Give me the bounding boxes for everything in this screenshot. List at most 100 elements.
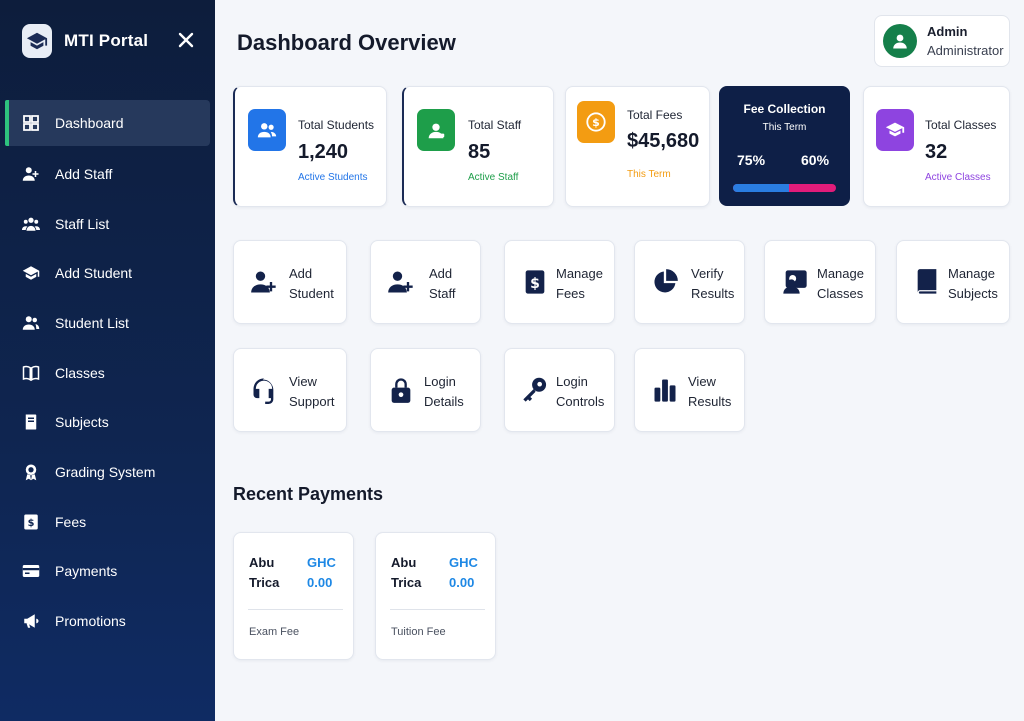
payment-currency: GHC	[449, 555, 478, 570]
stat-label: Total Classes	[925, 118, 997, 132]
sidebar-nav: Dashboard Add Staff Staff List Add Stude…	[0, 100, 215, 646]
action-label-line-1: Manage	[948, 266, 995, 281]
action-label-line-2: Controls	[556, 393, 605, 409]
action-view-support[interactable]: View Support	[233, 348, 347, 432]
action-label-line-1: Manage	[556, 266, 603, 281]
dollar-doc-icon: $	[520, 265, 550, 299]
sidebar-item-staff-list[interactable]: Staff List	[0, 199, 215, 249]
pie-chart-icon	[650, 265, 680, 299]
sidebar-item-label: Fees	[55, 513, 87, 530]
action-label-line-1: Manage	[817, 266, 864, 281]
stat-subtitle: This Term	[627, 169, 671, 180]
action-login-controls[interactable]: Login Controls	[504, 348, 615, 432]
book-icon	[22, 413, 40, 431]
stat-value: $45,680	[627, 130, 700, 152]
bar-chart-icon	[650, 373, 680, 407]
payment-payer-first: Abu	[391, 555, 417, 570]
action-label-line-2: Results	[691, 285, 735, 301]
fee-collection-value-1: 75%	[737, 152, 766, 168]
fee-collection-progress-fill	[733, 184, 789, 192]
stat-card-total-fees[interactable]: $ Total Fees $45,680 This Term	[565, 86, 710, 207]
action-view-results[interactable]: View Results	[634, 348, 745, 432]
payment-payer-last: Trica	[249, 575, 280, 590]
users-icon	[22, 215, 40, 233]
sidebar-item-label: Subjects	[55, 414, 109, 431]
book-open-icon	[22, 364, 40, 382]
sidebar-item-dashboard[interactable]: Dashboard	[5, 100, 210, 146]
sidebar-item-classes[interactable]: Classes	[0, 348, 215, 398]
payment-card[interactable]: Abu Trica GHC 0.00 Tuition Fee	[375, 532, 496, 660]
action-manage-classes[interactable]: Manage Classes	[764, 240, 876, 324]
sidebar-item-subjects[interactable]: Subjects	[0, 397, 215, 447]
sidebar-item-add-staff[interactable]: Add Staff	[0, 149, 215, 199]
sidebar-item-grading-system[interactable]: Grading System	[0, 447, 215, 497]
action-label-line-1: Verify	[691, 266, 724, 281]
user-profile-card[interactable]: Admin Administrator	[874, 15, 1010, 67]
action-label-line-1: Add	[429, 266, 453, 281]
recent-payments-title: Recent Payments	[233, 484, 384, 504]
close-icon	[178, 32, 194, 48]
sidebar-item-student-list[interactable]: Student List	[0, 298, 215, 348]
sidebar-item-label: Student List	[55, 314, 129, 331]
user-group-icon	[22, 314, 40, 332]
sidebar-item-promotions[interactable]: Promotions	[0, 596, 215, 646]
action-label-line-2: Staff	[429, 285, 456, 301]
graduation-cap-icon	[876, 109, 914, 151]
fee-collection-progress-bar	[733, 184, 836, 192]
action-login-details[interactable]: Login Details	[370, 348, 481, 432]
action-label-line-2: Classes	[817, 285, 864, 301]
sidebar-item-label: Add Student	[55, 265, 133, 282]
close-sidebar-button[interactable]	[176, 30, 196, 50]
stat-label: Total Fees	[627, 108, 683, 122]
stat-card-total-classes[interactable]: Total Classes 32 Active Classes	[863, 86, 1010, 207]
fee-collection-subtitle: This Term	[762, 122, 807, 133]
sidebar-item-label: Promotions	[55, 613, 126, 630]
sidebar-item-label: Classes	[55, 364, 105, 381]
book-icon	[912, 265, 942, 299]
graduation-cap-logo-icon	[22, 24, 52, 58]
sidebar-item-payments[interactable]: Payments	[0, 547, 215, 597]
action-add-student[interactable]: Add Student	[233, 240, 347, 324]
stat-subtitle: Active Classes	[925, 172, 991, 183]
action-manage-fees[interactable]: $ Manage Fees	[504, 240, 615, 324]
svg-text:$: $	[592, 116, 600, 129]
action-label-line-2: Subjects	[948, 285, 998, 301]
teacher-board-icon	[780, 265, 810, 299]
action-verify-results[interactable]: Verify Results	[634, 240, 745, 324]
award-icon	[22, 463, 40, 481]
sidebar: MTI Portal Dashboard Add Staff Staff Lis…	[0, 0, 215, 721]
divider	[390, 609, 485, 610]
payment-card[interactable]: Abu Trica GHC 0.00 Exam Fee	[233, 532, 354, 660]
action-label-line-1: View	[688, 374, 716, 389]
sidebar-item-fees[interactable]: $ Fees	[0, 497, 215, 547]
payment-amount: 0.00	[307, 575, 333, 590]
sidebar-item-label: Grading System	[55, 463, 156, 480]
stat-value: 32	[925, 141, 948, 163]
user-plus-icon	[386, 265, 416, 299]
sidebar-item-label: Dashboard	[55, 115, 124, 131]
brand[interactable]: MTI Portal	[22, 24, 148, 58]
stat-label: Total Students	[298, 118, 375, 132]
dollar-coin-icon: $	[577, 101, 615, 143]
stat-card-total-staff[interactable]: Total Staff 85 Active Staff	[402, 86, 554, 207]
stat-card-total-students[interactable]: Total Students 1,240 Active Students	[233, 86, 387, 207]
stat-label: Total Staff	[468, 118, 522, 132]
payment-currency: GHC	[307, 555, 336, 570]
fee-collection-value-2: 60%	[801, 152, 830, 168]
user-plus-icon	[22, 165, 40, 183]
users-icon	[248, 109, 286, 151]
svg-text:$: $	[28, 517, 35, 528]
fee-collection-card[interactable]: Fee Collection This Term 75% 60%	[719, 86, 850, 206]
action-manage-subjects[interactable]: Manage Subjects	[896, 240, 1010, 324]
user-icon	[893, 34, 907, 49]
brand-name: MTI Portal	[64, 31, 149, 50]
action-add-staff[interactable]: Add Staff	[370, 240, 481, 324]
stat-value: 85	[468, 141, 491, 163]
action-label-line-1: Add	[289, 266, 313, 281]
action-label-line-2: Fees	[556, 285, 585, 301]
action-label-line-2: Student	[289, 285, 334, 301]
dollar-icon: $	[22, 513, 40, 531]
sidebar-item-label: Staff List	[55, 215, 110, 232]
sidebar-item-add-student[interactable]: Add Student	[0, 248, 215, 298]
user-plus-icon	[249, 265, 279, 299]
